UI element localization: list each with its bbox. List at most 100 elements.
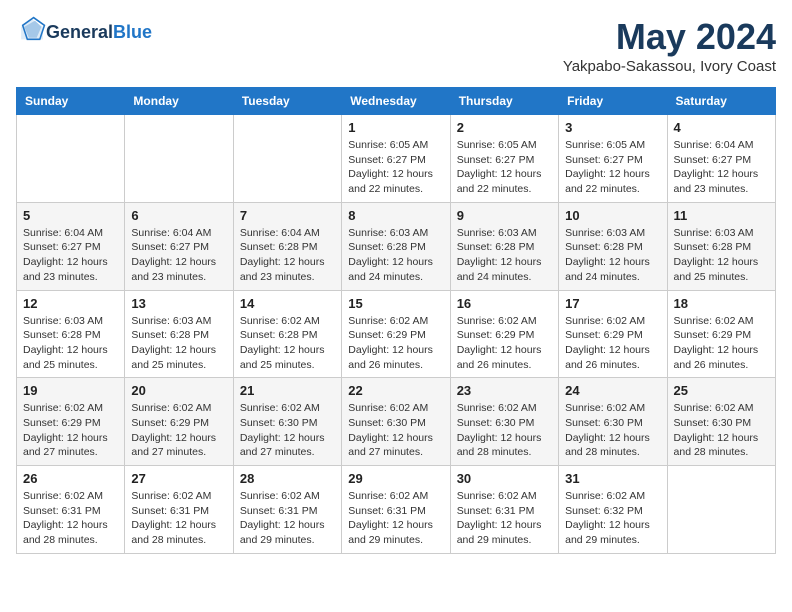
calendar-cell: 1Sunrise: 6:05 AM Sunset: 6:27 PM Daylig…	[342, 115, 450, 203]
calendar-week-row: 19 Sunrise: 6:02 AM Sunset: 6:29 PM Dayli…	[17, 378, 776, 466]
weekday-header: Saturday	[667, 88, 775, 115]
day-info: Sunrise: 6:02 AM Sunset: 6:29 PM Dayligh…	[348, 314, 443, 373]
day-number: 15	[348, 296, 443, 311]
calendar-cell: 19 Sunrise: 6:02 AM Sunset: 6:29 PM Dayli…	[17, 378, 125, 466]
weekday-header: Tuesday	[233, 88, 341, 115]
day-info: Sunrise: 6:02 AM Sunset: 6:30 PM Dayligh…	[457, 401, 552, 460]
month-title: May 2024	[563, 16, 776, 58]
calendar-cell: 5 Sunrise: 6:04 AM Sunset: 6:27 PM Daylig…	[17, 202, 125, 290]
calendar-cell	[125, 115, 233, 203]
calendar-cell: 27 Sunrise: 6:02 AM Sunset: 6:31 PM Dayli…	[125, 466, 233, 554]
day-info: Sunrise: 6:03 AM Sunset: 6:28 PM Dayligh…	[565, 226, 660, 285]
day-number: 17	[565, 296, 660, 311]
calendar-cell: 21Sunrise: 6:02 AM Sunset: 6:30 PM Dayli…	[233, 378, 341, 466]
calendar-week-row: 12 Sunrise: 6:03 AM Sunset: 6:28 PM Dayli…	[17, 290, 776, 378]
day-number: 22	[348, 383, 443, 398]
calendar-cell: 2Sunrise: 6:05 AM Sunset: 6:27 PM Daylig…	[450, 115, 558, 203]
day-number: 28	[240, 471, 335, 486]
calendar-cell: 9 Sunrise: 6:03 AM Sunset: 6:28 PM Daylig…	[450, 202, 558, 290]
calendar-cell	[667, 466, 775, 554]
calendar-cell: 31 Sunrise: 6:02 AM Sunset: 6:32 PM Dayli…	[559, 466, 667, 554]
calendar-cell: 7Sunrise: 6:04 AM Sunset: 6:28 PM Daylig…	[233, 202, 341, 290]
weekday-header: Wednesday	[342, 88, 450, 115]
calendar-cell: 14Sunrise: 6:02 AM Sunset: 6:28 PM Dayli…	[233, 290, 341, 378]
calendar-cell: 6 Sunrise: 6:04 AM Sunset: 6:27 PM Daylig…	[125, 202, 233, 290]
day-info: Sunrise: 6:05 AM Sunset: 6:27 PM Dayligh…	[565, 138, 660, 197]
logo-general-text: General	[46, 23, 113, 43]
logo-blue-text: Blue	[113, 23, 152, 43]
calendar-cell: 15 Sunrise: 6:02 AM Sunset: 6:29 PM Dayli…	[342, 290, 450, 378]
day-info: Sunrise: 6:04 AM Sunset: 6:27 PM Dayligh…	[23, 226, 118, 285]
day-number: 14	[240, 296, 335, 311]
day-info: Sunrise: 6:02 AM Sunset: 6:29 PM Dayligh…	[23, 401, 118, 460]
day-number: 4	[674, 120, 769, 135]
calendar-cell: 30 Sunrise: 6:02 AM Sunset: 6:31 PM Dayli…	[450, 466, 558, 554]
calendar-cell: 23 Sunrise: 6:02 AM Sunset: 6:30 PM Dayli…	[450, 378, 558, 466]
calendar-cell: 4 Sunrise: 6:04 AM Sunset: 6:27 PM Daylig…	[667, 115, 775, 203]
day-number: 18	[674, 296, 769, 311]
logo-icon	[18, 16, 46, 44]
day-number: 23	[457, 383, 552, 398]
day-number: 7	[240, 208, 335, 223]
day-info: Sunrise: 6:02 AM Sunset: 6:31 PM Dayligh…	[457, 489, 552, 548]
calendar-cell: 20Sunrise: 6:02 AM Sunset: 6:29 PM Dayli…	[125, 378, 233, 466]
day-info: Sunrise: 6:02 AM Sunset: 6:29 PM Dayligh…	[457, 314, 552, 373]
logo: General Blue	[16, 16, 152, 49]
day-number: 31	[565, 471, 660, 486]
day-info: Sunrise: 6:02 AM Sunset: 6:30 PM Dayligh…	[565, 401, 660, 460]
calendar-cell: 11 Sunrise: 6:03 AM Sunset: 6:28 PM Dayli…	[667, 202, 775, 290]
calendar-week-row: 5 Sunrise: 6:04 AM Sunset: 6:27 PM Daylig…	[17, 202, 776, 290]
day-number: 20	[131, 383, 226, 398]
day-info: Sunrise: 6:02 AM Sunset: 6:31 PM Dayligh…	[240, 489, 335, 548]
calendar-cell: 8Sunrise: 6:03 AM Sunset: 6:28 PM Daylig…	[342, 202, 450, 290]
calendar-table: SundayMondayTuesdayWednesdayThursdayFrid…	[16, 87, 776, 554]
calendar-cell	[233, 115, 341, 203]
day-info: Sunrise: 6:02 AM Sunset: 6:31 PM Dayligh…	[348, 489, 443, 548]
title-area: May 2024 Yakpabo-Sakassou, Ivory Coast	[563, 16, 776, 75]
calendar-cell: 17Sunrise: 6:02 AM Sunset: 6:29 PM Dayli…	[559, 290, 667, 378]
day-info: Sunrise: 6:05 AM Sunset: 6:27 PM Dayligh…	[457, 138, 552, 197]
calendar-cell: 24 Sunrise: 6:02 AM Sunset: 6:30 PM Dayli…	[559, 378, 667, 466]
location-title: Yakpabo-Sakassou, Ivory Coast	[563, 58, 776, 75]
calendar-cell: 22 Sunrise: 6:02 AM Sunset: 6:30 PM Dayli…	[342, 378, 450, 466]
day-info: Sunrise: 6:03 AM Sunset: 6:28 PM Dayligh…	[457, 226, 552, 285]
day-number: 12	[23, 296, 118, 311]
calendar-cell: 16 Sunrise: 6:02 AM Sunset: 6:29 PM Dayli…	[450, 290, 558, 378]
day-number: 1	[348, 120, 443, 135]
day-number: 11	[674, 208, 769, 223]
day-number: 3	[565, 120, 660, 135]
day-info: Sunrise: 6:04 AM Sunset: 6:27 PM Dayligh…	[674, 138, 769, 197]
calendar-cell: 18 Sunrise: 6:02 AM Sunset: 6:29 PM Dayli…	[667, 290, 775, 378]
day-info: Sunrise: 6:03 AM Sunset: 6:28 PM Dayligh…	[131, 314, 226, 373]
calendar-cell: 13Sunrise: 6:03 AM Sunset: 6:28 PM Dayli…	[125, 290, 233, 378]
day-number: 8	[348, 208, 443, 223]
calendar-cell: 12Sunrise: 6:03 AM Sunset: 6:28 PM Dayli…	[17, 290, 125, 378]
calendar-cell: 28 Sunrise: 6:02 AM Sunset: 6:31 PM Dayli…	[233, 466, 341, 554]
day-number: 6	[131, 208, 226, 223]
day-number: 9	[457, 208, 552, 223]
day-number: 27	[131, 471, 226, 486]
day-info: Sunrise: 6:03 AM Sunset: 6:28 PM Dayligh…	[674, 226, 769, 285]
weekday-header: Friday	[559, 88, 667, 115]
day-info: Sunrise: 6:04 AM Sunset: 6:27 PM Dayligh…	[131, 226, 226, 285]
calendar-cell	[17, 115, 125, 203]
day-number: 24	[565, 383, 660, 398]
day-info: Sunrise: 6:02 AM Sunset: 6:31 PM Dayligh…	[131, 489, 226, 548]
day-info: Sunrise: 6:02 AM Sunset: 6:32 PM Dayligh…	[565, 489, 660, 548]
day-info: Sunrise: 6:02 AM Sunset: 6:29 PM Dayligh…	[674, 314, 769, 373]
day-number: 16	[457, 296, 552, 311]
calendar-cell: 25Sunrise: 6:02 AM Sunset: 6:30 PM Dayli…	[667, 378, 775, 466]
day-info: Sunrise: 6:02 AM Sunset: 6:30 PM Dayligh…	[348, 401, 443, 460]
day-info: Sunrise: 6:02 AM Sunset: 6:30 PM Dayligh…	[240, 401, 335, 460]
day-number: 30	[457, 471, 552, 486]
day-info: Sunrise: 6:02 AM Sunset: 6:31 PM Dayligh…	[23, 489, 118, 548]
calendar-week-row: 1 Sunrise: 6:05 AM Sunset: 6:27 PM Daylig…	[17, 115, 776, 203]
day-number: 26	[23, 471, 118, 486]
day-number: 29	[348, 471, 443, 486]
weekday-header: Monday	[125, 88, 233, 115]
day-number: 25	[674, 383, 769, 398]
calendar-week-row: 26 Sunrise: 6:02 AM Sunset: 6:31 PM Dayli…	[17, 466, 776, 554]
calendar-cell: 10Sunrise: 6:03 AM Sunset: 6:28 PM Dayli…	[559, 202, 667, 290]
day-number: 19	[23, 383, 118, 398]
day-number: 5	[23, 208, 118, 223]
